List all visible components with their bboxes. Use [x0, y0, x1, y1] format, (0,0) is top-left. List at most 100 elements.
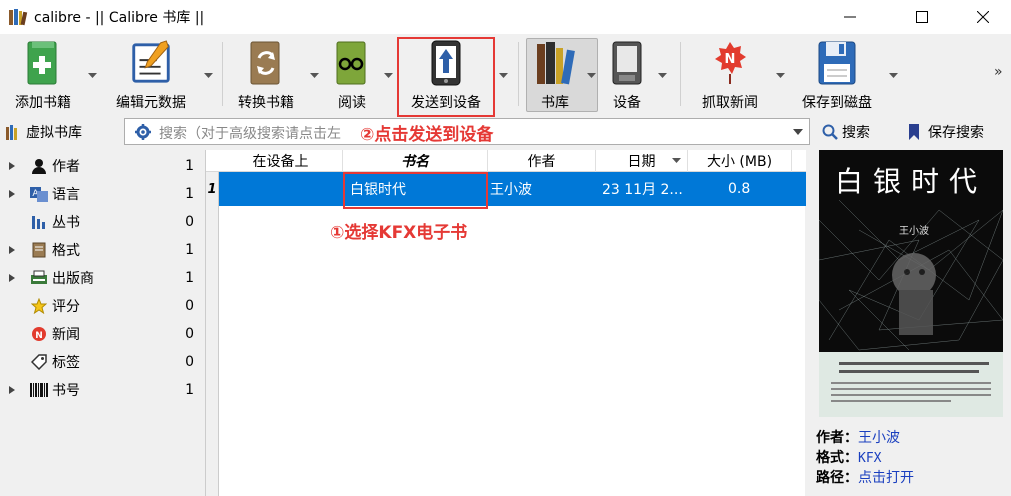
path-link[interactable]: 点击打开: [858, 470, 914, 486]
row-header-gutter: [206, 206, 219, 496]
tag-item-identifiers[interactable]: 书号 1: [0, 376, 200, 404]
cover-author: 王小波: [899, 226, 929, 237]
tag-browser: 作者 1 A 语言 1 丛书 0 格式 1 出版商 1 评分 0 N 新闻 0 …: [0, 150, 203, 496]
chevron-down-icon: [309, 72, 319, 78]
annotation-step-1: ①选择KFX电子书: [330, 223, 468, 243]
save-to-disk-button[interactable]: 保存到磁盘: [796, 38, 878, 112]
author-link[interactable]: 王小波: [858, 430, 900, 446]
search-placeholder: 搜索（对于高级搜索请点击左: [159, 126, 341, 142]
virtual-library-button[interactable]: 虚拟书库: [6, 122, 82, 142]
tag-item-news[interactable]: N 新闻 0: [0, 320, 200, 348]
series-icon: [32, 216, 45, 229]
column-on-device[interactable]: 在设备上: [219, 150, 343, 172]
column-size[interactable]: 大小 (MB): [688, 150, 792, 172]
toolbar-overflow-button[interactable]: »: [994, 64, 1003, 80]
toolbar-separator: [680, 42, 681, 106]
news-dropdown[interactable]: [774, 70, 786, 80]
read-button[interactable]: 阅读: [326, 38, 378, 112]
detail-author: 作者：王小波: [816, 430, 900, 446]
library-dropdown[interactable]: [585, 70, 597, 80]
search-bar: 虚拟书库 搜索（对于高级搜索请点击左 搜索 保存搜索: [0, 114, 1011, 150]
convert-dropdown[interactable]: [308, 70, 320, 80]
library-button[interactable]: 书库: [528, 38, 582, 112]
maximize-button[interactable]: [899, 0, 945, 34]
edit-metadata-icon: [132, 40, 170, 83]
title-bar: calibre - || Calibre 书库 ||: [0, 0, 1011, 34]
news-icon: N: [32, 327, 46, 341]
search-icon: [822, 124, 838, 140]
chevron-down-icon[interactable]: [793, 129, 803, 135]
star-icon: [31, 298, 47, 314]
chevron-down-icon: [498, 72, 508, 78]
cover-title: 白银时代: [834, 165, 987, 198]
calibre-logo-icon: [9, 9, 28, 26]
table-row[interactable]: 白银时代 王小波 23 11月 2... 0.8: [206, 172, 806, 206]
chevron-down-icon: [657, 72, 667, 78]
tag-item-languages[interactable]: A 语言 1: [0, 180, 200, 208]
column-title[interactable]: 书名: [343, 150, 488, 172]
save-dropdown[interactable]: [887, 70, 899, 80]
save-search-button[interactable]: 保存搜索: [908, 122, 984, 142]
send-dropdown[interactable]: [497, 70, 509, 80]
ereader-device-icon: [612, 41, 642, 85]
minimize-button[interactable]: [827, 0, 873, 34]
tag-item-series[interactable]: 丛书 0: [0, 208, 200, 236]
svg-text:N: N: [35, 331, 43, 341]
read-dropdown[interactable]: [382, 70, 394, 80]
tag-item-tags[interactable]: 标签 0: [0, 348, 200, 376]
barcode-icon: [30, 383, 48, 397]
format-link[interactable]: KFX: [858, 451, 881, 466]
book-author-cell[interactable]: 王小波: [490, 172, 596, 206]
chevron-down-icon: [775, 72, 785, 78]
chevron-down-icon: [383, 72, 393, 78]
gear-icon[interactable]: [135, 124, 151, 140]
column-author[interactable]: 作者: [488, 150, 596, 172]
bookmark-icon: [909, 124, 919, 140]
detail-format: 格式：KFX: [816, 450, 882, 466]
book-size-cell[interactable]: 0.8: [728, 172, 768, 206]
chevron-down-icon: [203, 72, 213, 78]
tag-item-publishers[interactable]: 出版商 1: [0, 264, 200, 292]
search-button[interactable]: 搜索: [822, 122, 870, 142]
annotation-step-2: ②点击发送到设备: [360, 125, 494, 145]
person-icon: [32, 159, 46, 174]
add-book-icon: [27, 41, 57, 85]
tag-item-rating[interactable]: 评分 0: [0, 292, 200, 320]
convert-books-button[interactable]: 转换书籍: [232, 38, 300, 112]
row-number: 1: [206, 172, 219, 206]
expand-arrow-icon[interactable]: [8, 189, 16, 199]
device-button[interactable]: 设备: [604, 38, 650, 112]
book-details-panel: 白银时代 王小波 作者：王小波 格式：KFX 路径：点击打开: [806, 150, 1011, 496]
edit-metadata-dropdown[interactable]: [202, 70, 214, 80]
maximize-icon: [916, 11, 928, 23]
close-button[interactable]: [960, 0, 1006, 34]
add-books-button[interactable]: 添加书籍: [10, 38, 76, 112]
publisher-icon: [31, 270, 47, 284]
column-date[interactable]: 日期: [596, 150, 688, 172]
floppy-disk-icon: [818, 41, 856, 85]
add-books-dropdown[interactable]: [86, 70, 98, 80]
device-dropdown[interactable]: [656, 70, 668, 80]
close-icon: [977, 11, 989, 23]
chevron-down-icon: [888, 72, 898, 78]
sort-arrow-icon: [672, 158, 681, 163]
tag-item-formats[interactable]: 格式 1: [0, 236, 200, 264]
detail-path: 路径：点击打开: [816, 470, 914, 486]
book-cover[interactable]: 白银时代 王小波: [819, 150, 1003, 417]
chevron-down-icon: [87, 72, 97, 78]
language-icon: A: [30, 187, 48, 202]
book-date-cell[interactable]: 23 11月 2...: [602, 172, 692, 206]
news-icon: N: [715, 42, 746, 84]
virtual-library-icon: [6, 125, 17, 140]
book-list: 在设备上 书名 作者 日期 大小 (MB) 白银时代 王小波 23 11月 2.…: [205, 150, 806, 496]
edit-metadata-button[interactable]: 编辑元数据: [110, 38, 192, 112]
expand-arrow-icon[interactable]: [8, 245, 16, 255]
expand-arrow-icon[interactable]: [8, 161, 16, 171]
minimize-icon: [844, 16, 856, 18]
expand-arrow-icon[interactable]: [8, 385, 16, 395]
svg-text:N: N: [725, 52, 736, 67]
expand-arrow-icon[interactable]: [8, 273, 16, 283]
fetch-news-button[interactable]: N 抓取新闻: [694, 38, 766, 112]
tag-item-authors[interactable]: 作者 1: [0, 152, 200, 180]
read-book-icon: [336, 41, 366, 85]
